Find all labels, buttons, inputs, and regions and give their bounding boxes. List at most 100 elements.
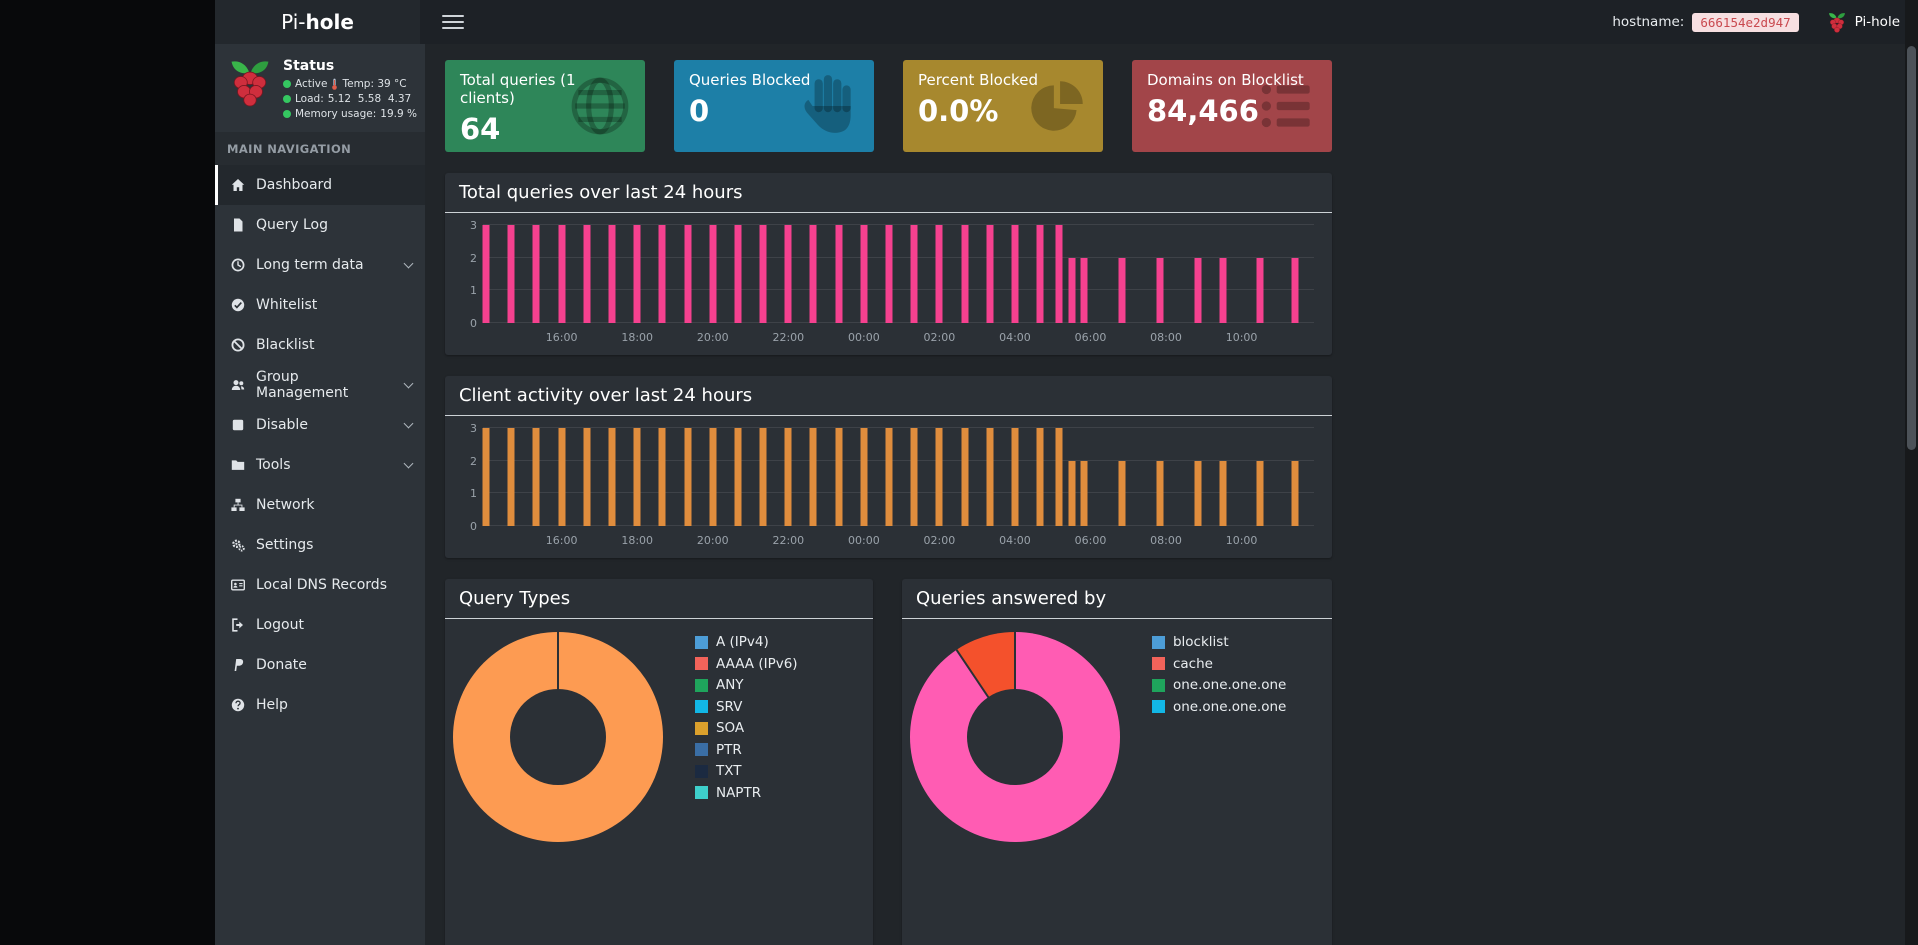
sidebar-item-network[interactable]: Network [215, 485, 425, 525]
legend-item[interactable]: one.one.one.one [1151, 699, 1286, 715]
sidebar-item-tools[interactable]: Tools [215, 445, 425, 485]
chart-bar[interactable] [1219, 460, 1227, 526]
sidebar-item-label: Group Management [256, 369, 349, 401]
chart-bar[interactable] [684, 428, 692, 526]
sidebar-item-query-log[interactable]: Query Log [215, 205, 425, 245]
chart-bar[interactable] [1256, 460, 1264, 526]
legend-item[interactable]: A (IPv4) [694, 634, 798, 650]
sidebar-toggle-button[interactable] [442, 14, 464, 30]
chart-bar[interactable] [1068, 460, 1076, 526]
chart-bar[interactable] [507, 428, 515, 526]
chart-bar[interactable] [1118, 257, 1126, 323]
chart-bar[interactable] [910, 428, 918, 526]
legend-item[interactable]: AAAA (IPv6) [694, 656, 798, 672]
chart-bar[interactable] [1291, 460, 1299, 526]
chart-bar[interactable] [860, 428, 868, 526]
legend-item[interactable]: ANY [694, 677, 798, 693]
chart-bar[interactable] [633, 225, 641, 323]
chart-bar[interactable] [784, 428, 792, 526]
chart-bar[interactable] [935, 225, 943, 323]
chart-bar[interactable] [1080, 460, 1088, 526]
chart-bar[interactable] [935, 428, 943, 526]
chart-bar[interactable] [885, 428, 893, 526]
chart-bar[interactable] [532, 428, 540, 526]
chart-bar[interactable] [1011, 428, 1019, 526]
chart-bar[interactable] [1036, 225, 1044, 323]
chart-bar[interactable] [709, 225, 717, 323]
legend-item[interactable]: SRV [694, 699, 798, 715]
sidebar-item-local-dns-records[interactable]: Local DNS Records [215, 565, 425, 605]
chart-bar[interactable] [1055, 225, 1063, 323]
chart-bar[interactable] [507, 225, 515, 323]
chart-bar[interactable] [809, 428, 817, 526]
chart-bar[interactable] [1219, 257, 1227, 323]
chart-bar[interactable] [532, 225, 540, 323]
chart-bar[interactable] [835, 225, 843, 323]
chart-bar[interactable] [482, 428, 490, 526]
chart-bar[interactable] [734, 225, 742, 323]
chart-bar[interactable] [809, 225, 817, 323]
chart-bar[interactable] [961, 225, 969, 323]
chart-bar[interactable] [1080, 257, 1088, 323]
chart-bar[interactable] [860, 225, 868, 323]
legend-item[interactable]: PTR [694, 742, 798, 758]
scrollbar-thumb[interactable] [1907, 46, 1916, 450]
chart-bar[interactable] [684, 225, 692, 323]
legend-item[interactable]: blocklist [1151, 634, 1286, 650]
chart-bar[interactable] [961, 428, 969, 526]
sidebar-item-help[interactable]: Help [215, 685, 425, 725]
chart-bar[interactable] [1156, 257, 1164, 323]
chart-bar[interactable] [885, 225, 893, 323]
chart-bar[interactable] [1194, 460, 1201, 526]
chart-bar[interactable] [1118, 460, 1126, 526]
summary-card-domains-on-blocklist[interactable]: Domains on Blocklist 84,466 [1131, 60, 1332, 152]
legend-item[interactable]: cache [1151, 656, 1286, 672]
summary-card-percent-blocked[interactable]: Percent Blocked 0.0% [902, 60, 1103, 152]
summary-card-total-queries-1-clients[interactable]: Total queries (1 clients) 64 [444, 60, 645, 152]
chart-bar[interactable] [910, 225, 918, 323]
panel-title: Query Types [444, 579, 873, 619]
chart-bar[interactable] [608, 428, 616, 526]
chart-bar[interactable] [633, 428, 641, 526]
chart-bar[interactable] [558, 428, 566, 526]
brand-logo[interactable]: Pi-hole [215, 0, 420, 44]
chart-bar[interactable] [986, 428, 994, 526]
chart-bar[interactable] [558, 225, 566, 323]
navbar-brand-label[interactable]: Pi-hole [1855, 14, 1900, 30]
sidebar-item-settings[interactable]: Settings [215, 525, 425, 565]
chart-bar[interactable] [608, 225, 616, 323]
summary-card-queries-blocked[interactable]: Queries Blocked 0 [673, 60, 874, 152]
sidebar-item-dashboard[interactable]: Dashboard [215, 165, 425, 205]
sidebar-item-donate[interactable]: Donate [215, 645, 425, 685]
chart-bar[interactable] [1156, 460, 1164, 526]
chart-bar[interactable] [583, 428, 591, 526]
chart-bar[interactable] [734, 428, 742, 526]
chart-bar[interactable] [1036, 428, 1044, 526]
legend-item[interactable]: NAPTR [694, 785, 798, 801]
chart-bar[interactable] [759, 225, 767, 323]
chart-bar[interactable] [1256, 257, 1264, 323]
chart-bar[interactable] [583, 225, 591, 323]
chart-bar[interactable] [1194, 257, 1201, 323]
chart-bar[interactable] [1055, 428, 1063, 526]
chart-bar[interactable] [835, 428, 843, 526]
legend-item[interactable]: one.one.one.one [1151, 677, 1286, 693]
chart-bar[interactable] [1291, 257, 1299, 323]
sidebar-item-logout[interactable]: Logout [215, 605, 425, 645]
chart-bar[interactable] [759, 428, 767, 526]
chart-bar[interactable] [709, 428, 717, 526]
sidebar-item-group-management[interactable]: Group Management [215, 365, 425, 405]
legend-item[interactable]: TXT [694, 763, 798, 779]
sidebar-item-long-term-data[interactable]: Long term data [215, 245, 425, 285]
sidebar-item-whitelist[interactable]: Whitelist [215, 285, 425, 325]
chart-bar[interactable] [1068, 257, 1076, 323]
chart-bar[interactable] [1011, 225, 1019, 323]
chart-bar[interactable] [658, 428, 666, 526]
chart-bar[interactable] [482, 225, 490, 323]
sidebar-item-blacklist[interactable]: Blacklist [215, 325, 425, 365]
chart-bar[interactable] [784, 225, 792, 323]
sidebar-item-disable[interactable]: Disable [215, 405, 425, 445]
chart-bar[interactable] [658, 225, 666, 323]
legend-item[interactable]: SOA [694, 720, 798, 736]
chart-bar[interactable] [986, 225, 994, 323]
